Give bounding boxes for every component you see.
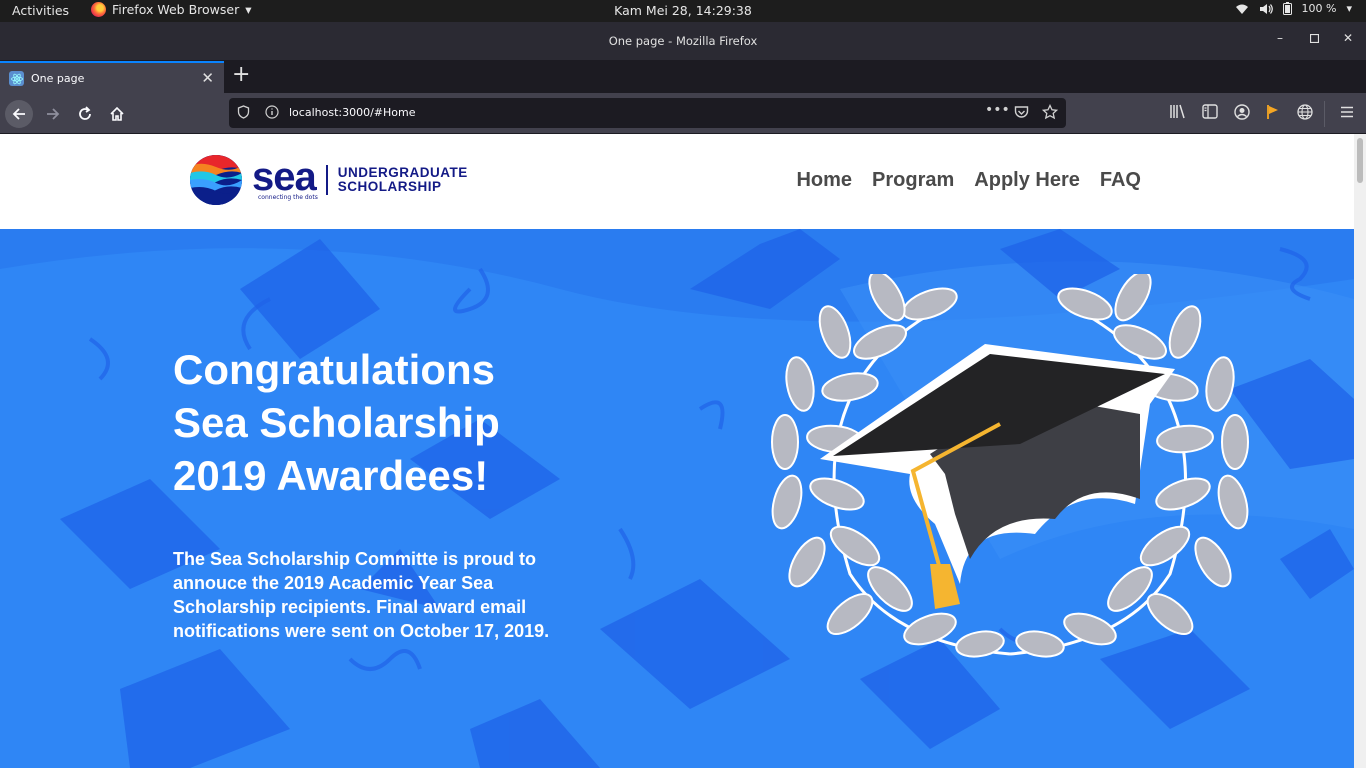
graduation-cap-laurel-illustration [771, 274, 1249, 658]
power-menu-icon: ▾ [1346, 2, 1352, 15]
back-arrow-icon [12, 108, 25, 120]
hamburger-menu-icon[interactable] [1340, 104, 1354, 123]
logo-subtitle-line2: SCHOLARSHIP [337, 179, 442, 194]
nav-link-home[interactable]: Home [796, 169, 852, 192]
hero-description: The Sea Scholarship Committe is proud to… [173, 549, 550, 641]
url-text: localhost:3000/#Home [289, 106, 416, 119]
volume-icon [1259, 3, 1273, 15]
sidebar-icon[interactable] [1202, 104, 1218, 123]
tab-one-page[interactable]: One page ✕ [0, 61, 224, 93]
window-title: One page - Mozilla Firefox [608, 34, 758, 48]
forward-button[interactable] [39, 100, 67, 128]
wifi-icon [1235, 3, 1249, 15]
library-icon[interactable] [1169, 104, 1187, 123]
logo-subtitle-line1: UNDERGRADUATE [337, 165, 468, 180]
hero-heading-line3: 2019 Awardees! [173, 452, 489, 499]
hero-heading: Congratulations Sea Scholarship 2019 Awa… [173, 343, 593, 502]
url-bar[interactable]: localhost:3000/#Home ••• [229, 98, 1066, 128]
tracking-protection-shield-icon[interactable] [237, 105, 250, 122]
extension-flag-icon[interactable] [1266, 104, 1280, 124]
window-title-bar: One page - Mozilla Firefox – ✕ [0, 22, 1366, 60]
nav-link-apply-here[interactable]: Apply Here [974, 169, 1080, 192]
scrollbar-thumb[interactable] [1357, 138, 1363, 183]
navigation-toolbar: localhost:3000/#Home ••• [0, 93, 1366, 134]
close-window-icon[interactable]: ✕ [1342, 31, 1354, 45]
system-top-bar: Activities Firefox Web Browser ▾ Kam Mei… [0, 0, 1366, 22]
web-page: sea connecting the dots UNDERGRADUATE SC… [0, 134, 1354, 768]
system-tray[interactable]: 100 % ▾ [1235, 2, 1352, 15]
sea-logo-icon [190, 155, 242, 205]
logo-subtitle: UNDERGRADUATE SCHOLARSHIP [338, 166, 468, 194]
back-button[interactable] [5, 100, 33, 128]
clock[interactable]: Kam Mei 28, 14:29:38 [0, 3, 1366, 18]
tab-strip: One page ✕ + [0, 60, 1366, 93]
battery-level: 100 % [1301, 2, 1337, 15]
logo-divider [325, 165, 328, 195]
new-tab-icon[interactable]: + [232, 64, 250, 86]
page-scrollbar[interactable] [1354, 134, 1366, 768]
reload-button[interactable] [71, 100, 99, 128]
page-actions-icon[interactable]: ••• [985, 102, 1010, 118]
battery-icon [1282, 2, 1292, 15]
forward-arrow-icon [47, 108, 60, 120]
site-logo[interactable]: sea connecting the dots UNDERGRADUATE SC… [190, 154, 468, 206]
reload-icon [79, 106, 91, 120]
hero-section: Congratulations Sea Scholarship 2019 Awa… [0, 229, 1354, 768]
logo-tagline: connecting the dots [258, 194, 318, 201]
home-button[interactable] [103, 100, 131, 128]
hero-heading-line1: Congratulations [173, 346, 495, 393]
hero-heading-line2: Sea Scholarship [173, 399, 500, 446]
minimize-icon[interactable]: – [1274, 31, 1286, 45]
main-nav: Home Program Apply Here FAQ [796, 169, 1141, 192]
tab-label: One page [31, 72, 85, 85]
maximize-icon[interactable] [1308, 32, 1320, 44]
site-header: sea connecting the dots UNDERGRADUATE SC… [0, 134, 1354, 229]
site-info-icon[interactable] [265, 105, 279, 122]
toolbar-separator [1324, 101, 1325, 127]
account-icon[interactable] [1234, 104, 1250, 124]
logo-wordmark: sea [252, 155, 317, 199]
nav-link-faq[interactable]: FAQ [1100, 169, 1141, 192]
close-tab-icon[interactable]: ✕ [201, 69, 214, 87]
translate-globe-icon[interactable] [1297, 104, 1313, 124]
nav-link-program[interactable]: Program [872, 169, 954, 192]
pocket-icon[interactable] [1014, 105, 1029, 122]
home-icon [110, 106, 124, 121]
bookmark-star-icon[interactable] [1041, 103, 1059, 123]
react-favicon-icon [9, 71, 24, 86]
